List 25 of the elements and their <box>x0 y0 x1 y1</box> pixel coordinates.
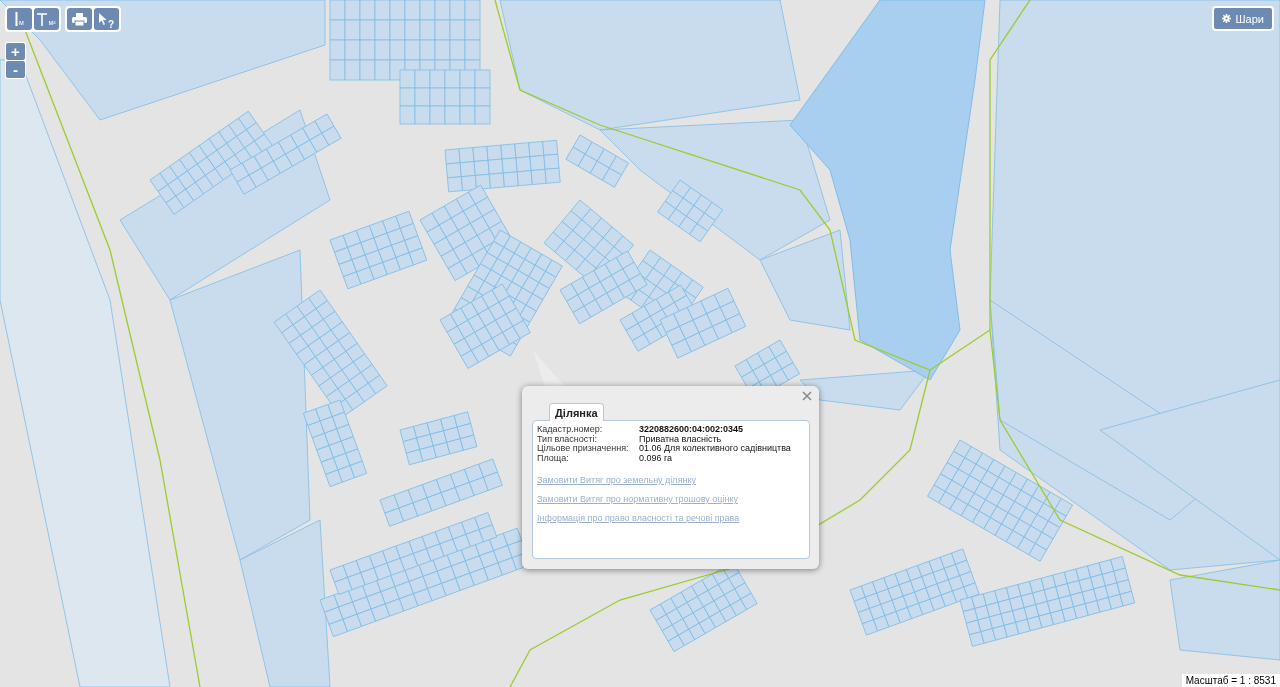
field-label: Кадастр.номер: <box>537 425 604 434</box>
zoom-out-button[interactable]: - <box>6 61 25 78</box>
zoom-in-button[interactable]: + <box>6 43 25 60</box>
tool-label: ? <box>107 19 115 30</box>
popup-link[interactable]: Замовити Витяг про земельну ділянку <box>537 475 696 485</box>
popup-link[interactable]: Замовити Витяг про нормативну грошову оцінку <box>537 494 738 504</box>
field-value: 01.06 Для колективного садівництва <box>639 444 792 454</box>
close-button[interactable] <box>801 390 813 402</box>
print-icon <box>72 12 87 26</box>
identify-tool-button[interactable]: ? <box>94 8 119 30</box>
gear-icon <box>1221 14 1231 23</box>
ruler-icon <box>15 12 19 26</box>
popup-tab[interactable]: Ділянка <box>549 403 604 421</box>
popup-link[interactable]: Інформація про право власності та речові права <box>537 513 740 523</box>
field-value: 0.096 га <box>639 453 673 463</box>
field-value: 3220882600:04:002:0345 <box>639 425 745 435</box>
print-tool-button[interactable] <box>67 8 92 30</box>
field-label: Цільове призначення: <box>537 444 630 454</box>
map-scale: Масштаб = 1 : 8531 <box>1181 674 1280 687</box>
layers-button[interactable]: Шари <box>1211 6 1274 31</box>
ruler-icon <box>37 12 48 26</box>
field-label: Тип власності: <box>537 434 597 444</box>
field-label: Площа: <box>537 453 569 463</box>
cursor-icon <box>98 13 107 25</box>
field-value: Приватна власність <box>639 434 723 444</box>
